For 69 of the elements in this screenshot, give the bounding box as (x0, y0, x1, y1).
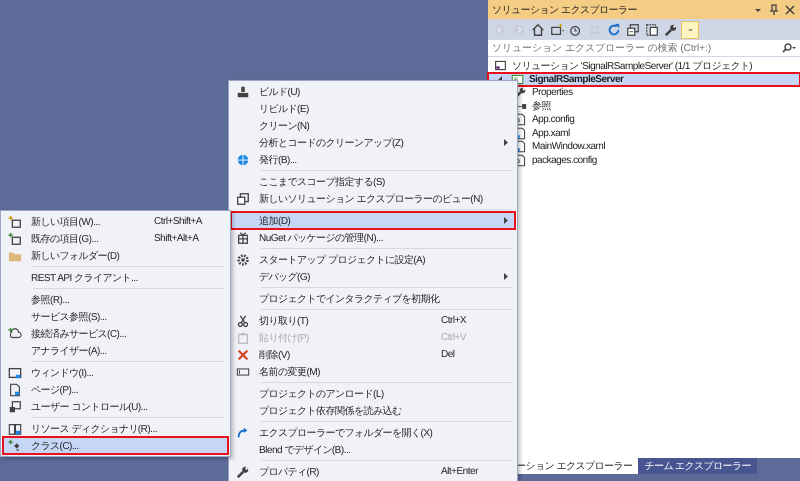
menu-item[interactable]: 削除(V) Del (231, 346, 515, 363)
curved-arrow-icon (236, 426, 250, 440)
menu-item[interactable]: 参照(R)... (3, 291, 228, 308)
wrench-icon (664, 22, 678, 36)
menu-item[interactable]: エクスプローラーでフォルダーを開く(X) (231, 424, 515, 441)
solution-icon (494, 59, 507, 72)
submenu-arrow-icon (504, 273, 508, 280)
close-icon[interactable] (784, 4, 796, 16)
menu-item[interactable]: 名前の変更(M) (231, 363, 515, 380)
add-item-icon (8, 232, 22, 246)
panel-tab[interactable]: チーム エクスプローラー (638, 458, 758, 474)
menu-item[interactable]: リソース ディクショナリ(R)... (3, 420, 228, 437)
menu-item[interactable]: 追加(D) (231, 212, 515, 229)
globe-icon (236, 152, 250, 166)
user-control-icon (8, 400, 22, 414)
tree-item[interactable]: SignalRSampleServer (488, 72, 800, 86)
menu-item[interactable]: ここまでスコープ指定する(S) (231, 173, 515, 190)
menu-item[interactable]: サービス参照(S)... (3, 308, 228, 325)
menu-item[interactable]: 新しいフォルダー(D) (3, 247, 228, 264)
menu-item[interactable]: スタートアップ プロジェクトに設定(A) (231, 251, 515, 268)
search-icon[interactable] (782, 42, 796, 54)
gear-icon (236, 252, 250, 266)
home-icon (531, 22, 545, 36)
menu-item[interactable]: NuGet パッケージの管理(N)... (231, 229, 515, 246)
menu-item[interactable]: ビルド(U) (231, 83, 515, 100)
forward-icon (512, 22, 526, 36)
menu-item[interactable]: プロジェクト依存関係を読み込む (231, 402, 515, 419)
menu-item[interactable]: ウィンドウ(I)... (3, 364, 228, 381)
show-all-icon (645, 22, 659, 36)
panel-title: ソリューション エクスプローラー (492, 4, 638, 16)
menu-item[interactable]: クリーン(N) (231, 117, 515, 134)
sync-icon (550, 22, 564, 36)
wrench-icon (236, 464, 250, 478)
menu-item[interactable]: 分析とコードのクリーンアップ(Z) (231, 134, 515, 151)
back-icon (493, 22, 507, 36)
connected-service-icon (8, 326, 22, 340)
menu-item[interactable]: REST API クライアント... (3, 269, 228, 286)
package-icon (236, 230, 250, 244)
menu-item[interactable]: プロジェクトのアンロード(L) (231, 385, 515, 402)
windows-icon (236, 192, 250, 206)
tree-item[interactable]: ソリューション 'SignalRSampleServer' (1/1 プロジェクト) (488, 59, 800, 72)
menu-item[interactable]: リビルド(E) (231, 100, 515, 117)
book-icon (8, 422, 22, 436)
menu-item[interactable]: ページ(P)... (3, 381, 228, 398)
menu-item[interactable]: 既存の項目(G)... Shift+Alt+A (3, 230, 228, 247)
menu-item[interactable]: デバッグ(G) (231, 268, 515, 285)
page-icon (8, 382, 22, 396)
menu-item[interactable]: 発行(B)... (231, 151, 515, 168)
menu-item[interactable]: プロジェクトでインタラクティブを初期化 (231, 290, 515, 307)
menu-item[interactable]: Blend でデザイン(B)... (231, 441, 515, 458)
menu-item[interactable]: 新しい項目(W)... Ctrl+Shift+A (3, 213, 228, 230)
menu-item[interactable]: アナライザー(A)... (3, 342, 228, 359)
delete-icon (236, 348, 250, 362)
menu-item[interactable]: 新しいソリューション エクスプローラーのビュー(N) (231, 190, 515, 207)
build-icon (236, 84, 250, 98)
menu-item[interactable]: ユーザー コントロール(U)... (3, 398, 228, 415)
window-icon (8, 366, 22, 380)
pin-icon[interactable] (768, 4, 780, 16)
refresh-icon (607, 22, 621, 36)
class-icon (8, 438, 22, 452)
menu-item[interactable]: 切り取り(T) Ctrl+X (231, 312, 515, 329)
submenu-arrow-icon (504, 139, 508, 146)
new-item-icon (8, 214, 22, 228)
submenu-arrow-icon (504, 217, 508, 224)
clipboard-icon (236, 330, 250, 344)
scissors-icon (236, 314, 250, 328)
menu-item[interactable]: 接続済みサービス(C)... (3, 325, 228, 342)
menu-item[interactable]: クラス(C)... (3, 437, 228, 454)
collapse-icon (626, 22, 640, 36)
